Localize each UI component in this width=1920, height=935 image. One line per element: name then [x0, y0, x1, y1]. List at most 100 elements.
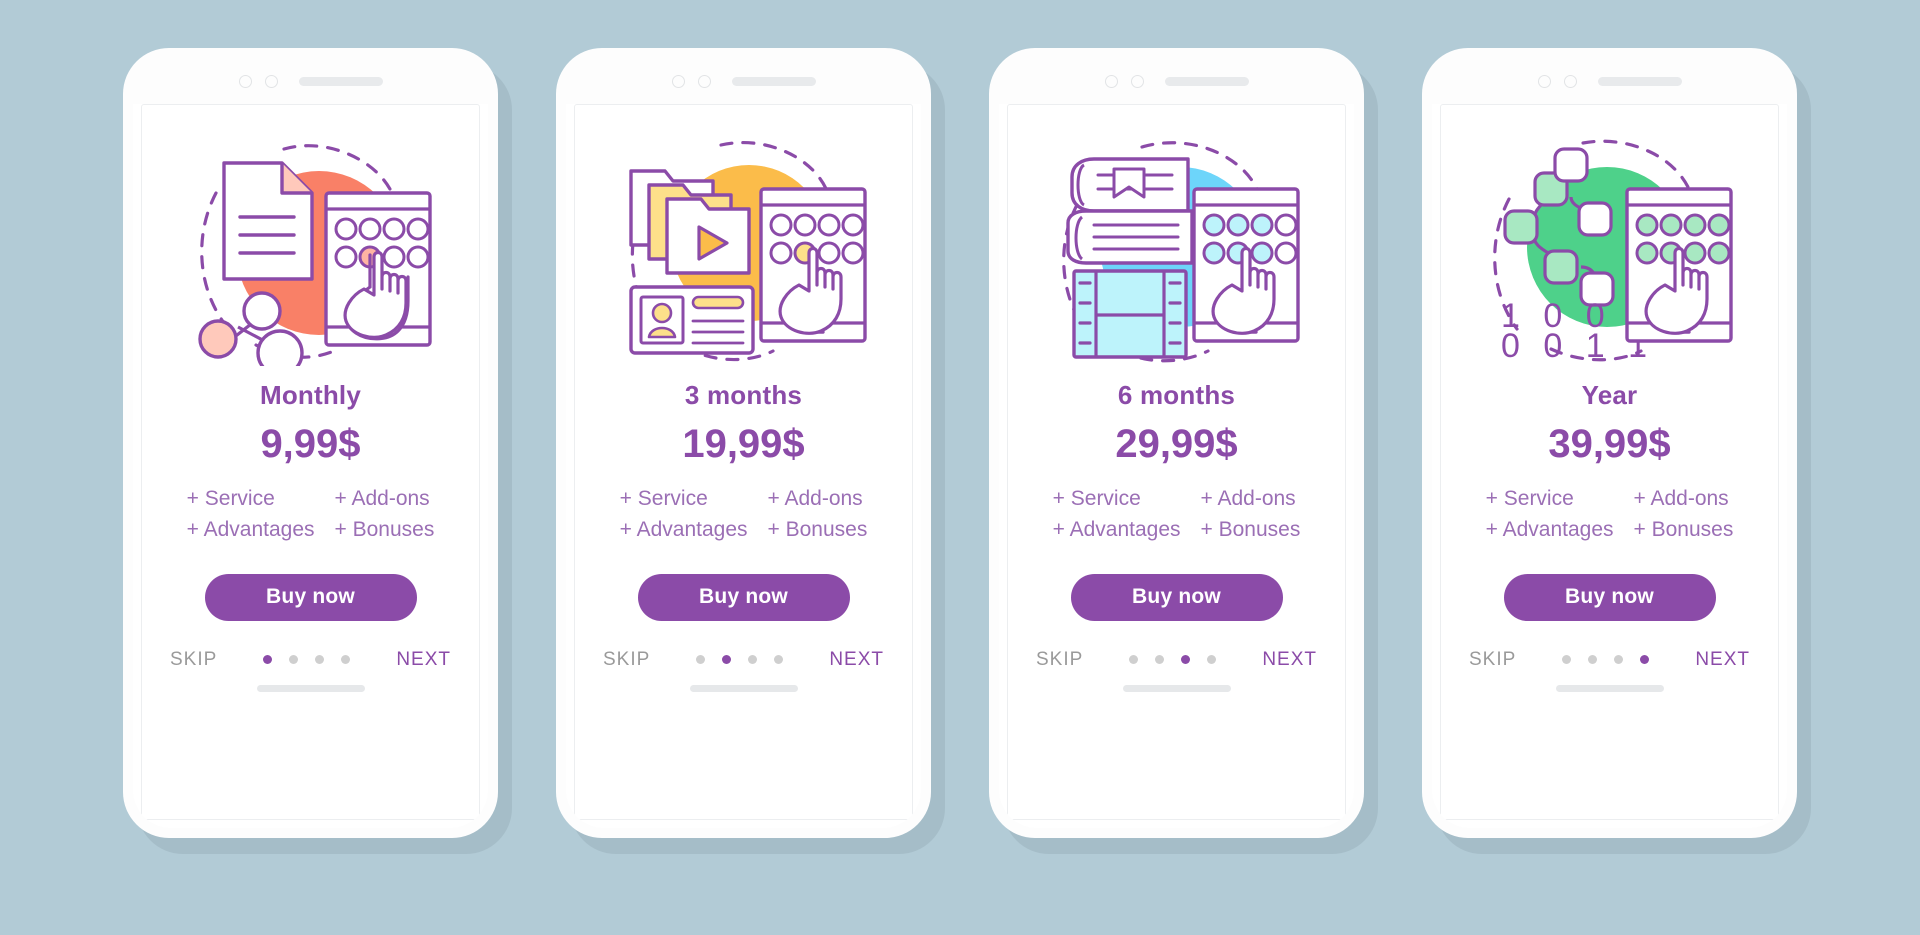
feature-item: + Bonuses: [1633, 518, 1734, 542]
buy-now-button[interactable]: Buy now: [637, 573, 850, 621]
phone-status-bar: [1432, 58, 1787, 104]
onboarding-nav: SKIP NEXT: [142, 649, 479, 671]
next-button[interactable]: NEXT: [1262, 649, 1317, 671]
page-dot[interactable]: [341, 655, 351, 664]
page-dot[interactable]: [1588, 655, 1598, 664]
phone-screen-frame: 3 months 19,99$ + Service + Add-ons + Ad…: [566, 58, 921, 828]
feature-item: + Service: [186, 487, 275, 510]
plan-title: Year: [1581, 380, 1638, 410]
plan-price: 19,99$: [682, 422, 805, 466]
phone-card-six-months: 6 months 29,99$ + Service + Add-ons + Ad…: [989, 48, 1364, 838]
skip-button[interactable]: SKIP: [1469, 649, 1516, 671]
page-dot[interactable]: [722, 655, 732, 664]
feature-list: + Service + Add-ons + Advantages + Bonus…: [177, 486, 445, 544]
speaker-grill-icon: [731, 76, 816, 86]
plan-price: 39,99$: [1548, 422, 1671, 466]
feature-item: + Advantages: [186, 518, 315, 542]
feature-list: + Service + Add-ons + Advantages + Bonus…: [1476, 486, 1744, 544]
onboarding-nav: SKIP NEXT: [1008, 649, 1345, 671]
home-indicator-bar: [689, 684, 798, 692]
feature-item: + Advantages: [619, 518, 748, 542]
onboarding-nav: SKIP NEXT: [1441, 649, 1778, 671]
page-indicator-dots: [1562, 655, 1650, 664]
sensor-dot-icon: [264, 74, 278, 88]
illustration-binary-nodes: 1 0 0 1 0 0 1 1: [1475, 131, 1745, 366]
phone-screen-frame: 6 months 29,99$ + Service + Add-ons + Ad…: [999, 58, 1354, 828]
sensor-dot-icon: [697, 74, 711, 88]
next-button[interactable]: NEXT: [829, 649, 884, 671]
feature-item: + Service: [1052, 487, 1141, 510]
home-indicator-bar: [256, 684, 365, 692]
skip-button[interactable]: SKIP: [1036, 649, 1083, 671]
buy-now-button[interactable]: Buy now: [1503, 573, 1716, 621]
page-dot[interactable]: [289, 655, 299, 664]
page-dot[interactable]: [774, 655, 784, 664]
home-indicator-bar: [1122, 684, 1231, 692]
page-dot[interactable]: [1129, 655, 1139, 664]
feature-item: + Advantages: [1052, 518, 1181, 542]
page-dot[interactable]: [315, 655, 325, 664]
camera-dot-icon: [1104, 74, 1118, 88]
buy-now-button[interactable]: Buy now: [204, 573, 417, 621]
feature-item: + Bonuses: [767, 518, 868, 542]
onboarding-screens-row: Monthly 9,99$ + Service + Add-ons + Adva…: [0, 0, 1920, 935]
feature-item: + Add-ons: [1633, 487, 1729, 510]
page-indicator-dots: [696, 655, 784, 664]
screen-content-year: 1 0 0 1 0 0 1 1 Year 39,99$ + Service + …: [1440, 104, 1779, 820]
feature-item: + Add-ons: [334, 487, 430, 510]
feature-list: + Service + Add-ons + Advantages + Bonus…: [1043, 486, 1311, 544]
page-dot[interactable]: [263, 655, 273, 664]
plan-title: 6 months: [1117, 380, 1236, 410]
buy-now-button[interactable]: Buy now: [1070, 573, 1283, 621]
sensor-dot-icon: [1130, 74, 1144, 88]
phone-status-bar: [999, 58, 1354, 104]
next-button[interactable]: NEXT: [396, 649, 451, 671]
illustration-document-share: [176, 131, 446, 366]
camera-dot-icon: [238, 74, 252, 88]
next-button[interactable]: NEXT: [1695, 649, 1750, 671]
speaker-grill-icon: [298, 76, 383, 86]
page-dot[interactable]: [748, 655, 758, 664]
page-dot[interactable]: [1562, 655, 1572, 664]
screen-content-three-months: 3 months 19,99$ + Service + Add-ons + Ad…: [574, 104, 913, 820]
page-dot[interactable]: [696, 655, 706, 664]
page-dot[interactable]: [1640, 655, 1650, 664]
skip-button[interactable]: SKIP: [170, 649, 217, 671]
feature-item: + Advantages: [1485, 518, 1614, 542]
plan-title: 3 months: [684, 380, 803, 410]
screen-content-monthly: Monthly 9,99$ + Service + Add-ons + Adva…: [141, 104, 480, 820]
feature-item: + Service: [1485, 487, 1574, 510]
phone-status-bar: [133, 58, 488, 104]
screen-content-six-months: 6 months 29,99$ + Service + Add-ons + Ad…: [1007, 104, 1346, 820]
phone-screen-frame: 1 0 0 1 0 0 1 1 Year 39,99$ + Service + …: [1432, 58, 1787, 828]
page-dot[interactable]: [1155, 655, 1165, 664]
feature-item: + Bonuses: [1200, 518, 1301, 542]
phone-card-year: 1 0 0 1 0 0 1 1 Year 39,99$ + Service + …: [1422, 48, 1797, 838]
plan-title: Monthly: [259, 380, 362, 410]
feature-list: + Service + Add-ons + Advantages + Bonus…: [610, 486, 878, 544]
page-indicator-dots: [1129, 655, 1217, 664]
feature-item: + Add-ons: [767, 487, 863, 510]
feature-item: + Add-ons: [1200, 487, 1296, 510]
phone-screen-frame: Monthly 9,99$ + Service + Add-ons + Adva…: [133, 58, 488, 828]
illustration-books-film: [1042, 131, 1312, 366]
phone-card-monthly: Monthly 9,99$ + Service + Add-ons + Adva…: [123, 48, 498, 838]
camera-dot-icon: [1537, 74, 1551, 88]
skip-button[interactable]: SKIP: [603, 649, 650, 671]
plan-price: 9,99$: [260, 422, 361, 466]
plan-price: 29,99$: [1115, 422, 1238, 466]
page-indicator-dots: [263, 655, 351, 664]
page-dot[interactable]: [1181, 655, 1191, 664]
phone-status-bar: [566, 58, 921, 104]
page-dot[interactable]: [1207, 655, 1217, 664]
onboarding-nav: SKIP NEXT: [575, 649, 912, 671]
page-dot[interactable]: [1614, 655, 1624, 664]
feature-item: + Bonuses: [334, 518, 435, 542]
camera-dot-icon: [671, 74, 685, 88]
phone-card-three-months: 3 months 19,99$ + Service + Add-ons + Ad…: [556, 48, 931, 838]
feature-item: + Service: [619, 487, 708, 510]
illustration-video-folder-contact: [609, 131, 879, 366]
speaker-grill-icon: [1164, 76, 1249, 86]
home-indicator-bar: [1555, 684, 1664, 692]
speaker-grill-icon: [1597, 76, 1682, 86]
